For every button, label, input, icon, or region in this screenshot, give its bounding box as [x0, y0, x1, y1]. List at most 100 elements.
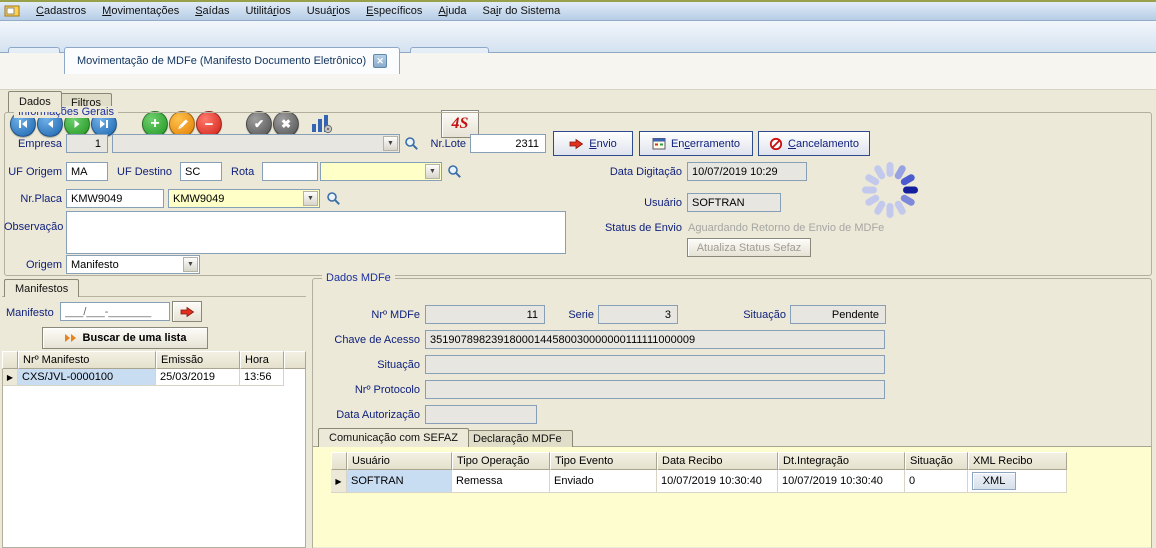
uf-destino-field[interactable]: [180, 162, 222, 181]
tab-dados-label: Dados: [19, 96, 51, 108]
cell-tipo-operacao[interactable]: Remessa: [452, 470, 550, 493]
prohibit-icon: [769, 137, 783, 151]
manifestos-grid-body[interactable]: [2, 369, 306, 548]
menu-ajuda[interactable]: Ajuda: [430, 2, 474, 21]
menu-bar: Cadastros Movimentações Saídas Utilitári…: [0, 2, 1156, 21]
observacao-label: Observação: [4, 221, 62, 233]
envio-button[interactable]: Envio: [553, 131, 633, 156]
tab-dados[interactable]: Dados: [8, 91, 62, 112]
situacao2-field: [425, 355, 885, 374]
sefaz-indicator-header: [331, 452, 347, 470]
nr-mdfe-label: Nrº MDFe: [340, 309, 420, 321]
atualiza-status-button[interactable]: Atualiza Status Sefaz: [687, 238, 811, 257]
cell-usuario[interactable]: SOFTRAN: [347, 470, 452, 493]
status-spinner: [858, 158, 922, 225]
menu-cadastros[interactable]: Cadastros: [28, 2, 94, 21]
chevron-down-icon[interactable]: ▼: [383, 136, 398, 151]
rota-label: Rota: [231, 166, 254, 178]
rota-combo[interactable]: ▼: [320, 162, 442, 181]
cell-emissao[interactable]: 25/03/2019: [156, 369, 240, 386]
cell-dt-integracao[interactable]: 10/07/2019 10:30:40: [778, 470, 905, 493]
xml-download-button[interactable]: XML: [972, 472, 1016, 490]
col-tipo-operacao[interactable]: Tipo Operação: [452, 452, 550, 470]
col-situacao[interactable]: Situação: [905, 452, 968, 470]
chevron-down-icon[interactable]: ▼: [425, 164, 440, 179]
chevron-down-icon[interactable]: ▼: [183, 257, 198, 272]
chave-acesso-field: 3519078982391800014458003000000011111100…: [425, 330, 885, 349]
empresa-search-icon[interactable]: [404, 136, 419, 154]
menu-saidas[interactable]: Saídas: [187, 2, 237, 21]
nrlote-label: Nr.Lote: [422, 138, 466, 150]
row-indicator-icon: ▶: [335, 477, 341, 486]
cancelamento-label: Cancelamento: [788, 138, 859, 150]
nr-placa-field[interactable]: [66, 189, 164, 208]
send-arrow-icon: [569, 138, 584, 150]
cell-hora[interactable]: 13:56: [240, 369, 284, 386]
manifesto-label: Manifesto: [6, 307, 54, 319]
menu-especificos[interactable]: Específicos: [358, 2, 430, 21]
col-usuario[interactable]: Usuário: [347, 452, 452, 470]
rota-search-icon[interactable]: [447, 164, 462, 182]
close-tab-icon[interactable]: ✕: [373, 54, 387, 68]
data-digitacao-label: Data Digitação: [600, 166, 682, 178]
menu-utilitarios[interactable]: Utilitários: [237, 2, 298, 21]
col-data-recibo[interactable]: Data Recibo: [657, 452, 778, 470]
encerramento-button[interactable]: Encerramento: [639, 131, 753, 156]
menu-movimentacoes[interactable]: Movimentações: [94, 2, 187, 21]
tab-mdfe-label: Movimentação de MDFe (Manifesto Document…: [77, 55, 366, 67]
menu-sair[interactable]: Sair do Sistema: [475, 2, 569, 21]
protocolo-label: Nrº Protocolo: [335, 384, 420, 396]
row-indicator: ▶: [3, 369, 18, 386]
tab-mdfe[interactable]: Movimentação de MDFe (Manifesto Document…: [64, 47, 400, 74]
manifesto-go-button[interactable]: [172, 301, 202, 322]
fetch-list-icon: [64, 332, 78, 344]
col-tipo-evento[interactable]: Tipo Evento: [550, 452, 657, 470]
placa-search-icon[interactable]: [326, 191, 341, 209]
origem-combo[interactable]: Manifesto▼: [66, 255, 200, 274]
tab-manifestos-panel[interactable]: Manifestos: [4, 279, 79, 297]
situacao-field: Pendente: [790, 305, 886, 324]
cell-data-recibo[interactable]: 10/07/2019 10:30:40: [657, 470, 778, 493]
empresa-combo[interactable]: ▼: [112, 134, 400, 153]
col-hora[interactable]: Hora: [240, 351, 284, 369]
protocolo-field: [425, 380, 885, 399]
rota-field[interactable]: [262, 162, 318, 181]
situacao2-label: Situação: [340, 359, 420, 371]
status-envio-value: Aguardando Retorno de Envio de MDFe: [688, 222, 884, 234]
col-filler: [284, 351, 306, 369]
app-icon: [4, 3, 24, 19]
observacao-field[interactable]: [66, 211, 566, 254]
manifesto-mask-field[interactable]: [60, 302, 170, 321]
grid-indicator-header: [2, 351, 18, 369]
uf-origem-field[interactable]: [66, 162, 108, 181]
serie-field: 3: [598, 305, 678, 324]
tab-strip: Início Movimentação de MDFe (Manifesto D…: [0, 21, 1156, 53]
empresa-field[interactable]: 1: [66, 134, 108, 153]
envio-label: Envio: [589, 138, 617, 150]
col-nr-manifesto[interactable]: Nrº Manifesto: [18, 351, 156, 369]
menu-usuarios[interactable]: Usuários: [299, 2, 358, 21]
uf-origem-label: UF Origem: [8, 166, 62, 178]
buscar-lista-button[interactable]: Buscar de uma lista: [42, 327, 208, 349]
data-autorizacao-field: [425, 405, 537, 424]
cell-nr-manifesto[interactable]: CXS/JVL-0000100: [18, 369, 156, 386]
nr-mdfe-field: 11: [425, 305, 545, 324]
col-emissao[interactable]: Emissão: [156, 351, 240, 369]
nr-placa-label: Nr.Placa: [8, 193, 62, 205]
nr-placa-combo[interactable]: KMW9049▼: [168, 189, 320, 208]
cell-tipo-evento[interactable]: Enviado: [550, 470, 657, 493]
empresa-label: Empresa: [10, 138, 62, 150]
chevron-down-icon[interactable]: ▼: [303, 191, 318, 206]
cell-situacao[interactable]: 0: [905, 470, 968, 493]
go-arrow-icon: [180, 306, 195, 318]
col-dt-integracao[interactable]: Dt.Integração: [778, 452, 905, 470]
tab-comunicacao-sefaz[interactable]: Comunicação com SEFAZ: [318, 428, 469, 447]
serie-label: Serie: [548, 309, 594, 321]
col-xml-recibo[interactable]: XML Recibo: [968, 452, 1067, 470]
origem-label: Origem: [24, 259, 62, 271]
app-window: Cadastros Movimentações Saídas Utilitári…: [0, 0, 1156, 548]
tab-declaracao-mdfe[interactable]: Declaração MDFe: [462, 430, 573, 447]
nrlote-field: 2311: [470, 134, 546, 153]
cancelamento-button[interactable]: Cancelamento: [758, 131, 870, 156]
situacao-label: Situação: [714, 309, 786, 321]
